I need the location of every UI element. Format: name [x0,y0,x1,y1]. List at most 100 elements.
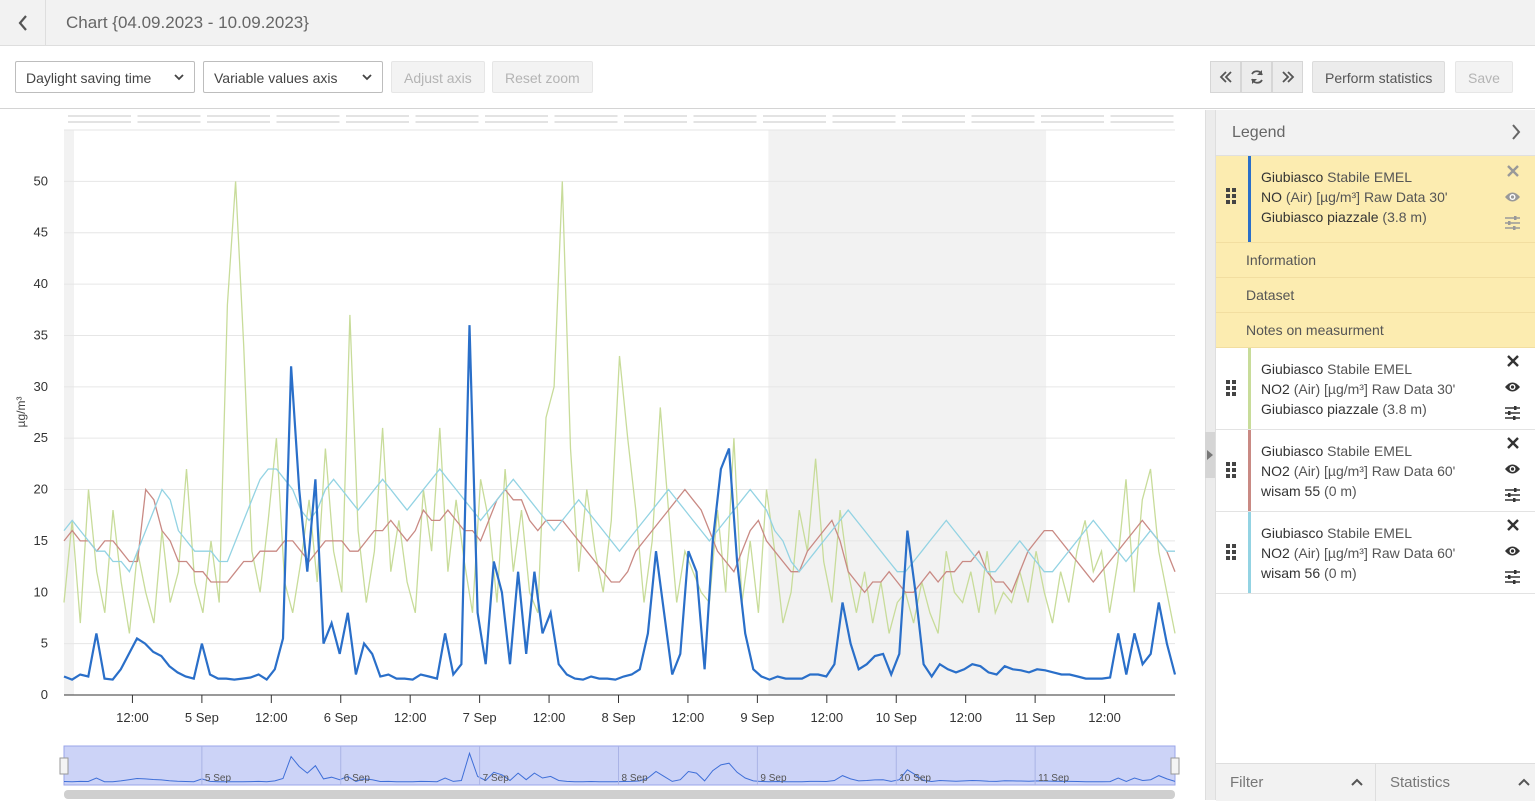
phenomenon-detail: (Air) [µg/m³] Raw Data 60' [1293,463,1456,479]
adjust-axis-button[interactable]: Adjust axis [391,61,485,93]
legend-panel: Legend Giubiasco Stabile EMEL NO (Air) [µ… [1215,110,1535,801]
chevron-down-icon [174,74,184,81]
y-tick-label: 0 [41,687,48,702]
timezone-select[interactable]: Daylight saving time [15,61,195,93]
eye-icon [1505,382,1520,392]
filter-tab[interactable]: Filter [1216,764,1376,801]
y-tick-label: 35 [34,327,48,342]
y-tick-label: 45 [34,225,48,240]
legend-subrow-information[interactable]: Information [1216,243,1535,278]
axis-select-value: Variable values axis [214,70,338,86]
range-marker [902,115,965,117]
drag-handle[interactable] [1226,380,1236,401]
remove-series-button[interactable] [1507,164,1519,182]
range-marker [693,121,757,123]
x-tick-label: 12:00 [394,710,427,725]
save-button[interactable]: Save [1455,61,1513,93]
series-settings-button[interactable] [1505,570,1520,589]
double-chevron-right-icon [1281,71,1294,83]
axis-select[interactable]: Variable values axis [203,61,383,93]
refresh-button[interactable] [1241,61,1272,93]
highlight-band [768,130,1047,695]
sliders-icon [1505,488,1520,502]
series-settings-button[interactable] [1505,406,1520,425]
x-tick-label: 12:00 [255,710,288,725]
previous-period-button[interactable] [1210,61,1241,93]
y-tick-label: 20 [34,482,48,497]
statistics-tab[interactable]: Statistics [1376,764,1535,801]
series-color-bar [1248,512,1251,593]
y-axis-label: µg/m³ [14,397,28,428]
series-color-bar [1248,156,1251,242]
toggle-visibility-button[interactable] [1504,544,1521,562]
platform-height: (0 m) [1324,565,1357,581]
navigator-handle[interactable] [1170,757,1180,775]
provider-name: Stabile EMEL [1327,169,1412,185]
reset-zoom-button[interactable]: Reset zoom [492,61,593,93]
remove-series-button[interactable] [1507,354,1519,372]
bottom-tabs: Filter Statistics [1216,763,1535,801]
phenomenon-name: NO [1261,189,1282,205]
y-tick-label: 50 [34,173,48,188]
splitter-handle[interactable] [1205,432,1215,478]
range-marker [624,121,687,123]
series-settings-button[interactable] [1505,216,1520,235]
y-tick-label: 40 [34,276,48,291]
range-marker [346,121,409,123]
navigator-scrollbar[interactable] [64,790,1175,799]
legend-entries: Giubiasco Stabile EMEL NO (Air) [µg/m³] R… [1216,156,1535,594]
phenomenon-detail: (Air) [µg/m³] Raw Data 30' [1285,189,1448,205]
x-tick-label: 8 Sep [602,710,636,725]
drag-handle-icon [1226,544,1236,560]
drag-handle[interactable] [1226,462,1236,483]
legend-header[interactable]: Legend [1216,110,1535,156]
double-chevron-left-icon [1219,71,1232,83]
series-settings-button[interactable] [1505,488,1520,507]
legend-entry[interactable]: Giubiasco Stabile EMEL NO (Air) [µg/m³] R… [1216,156,1535,243]
toggle-visibility-button[interactable] [1504,462,1521,480]
y-tick-label: 5 [41,636,48,651]
legend-entry-text: Giubiasco Stabile EMEL NO (Air) [µg/m³] R… [1261,167,1448,227]
range-marker [485,115,548,117]
remove-series-button[interactable] [1507,518,1519,536]
eye-icon [1505,546,1520,556]
remove-series-button[interactable] [1507,436,1519,454]
legend-entry-text: Giubiasco Stabile EMEL NO2 (Air) [µg/m³] … [1261,359,1455,419]
next-period-button[interactable] [1272,61,1303,93]
range-marker [971,121,1035,123]
time-series-chart[interactable]: 0 5 10 15 20 25 30 35 40 45 50 µg/m³ 12:00 5 Sep 12:00… [0,110,1205,800]
legend-entry[interactable]: Giubiasco Stabile EMEL NO2 (Air) [µg/m³] … [1216,348,1535,430]
range-marker [1110,115,1174,117]
legend-entry[interactable]: Giubiasco Stabile EMEL NO2 (Air) [µg/m³] … [1216,512,1535,594]
range-marker [763,121,826,123]
sliders-icon [1505,216,1520,230]
close-icon [1507,355,1519,367]
toggle-visibility-button[interactable] [1504,190,1521,208]
range-marker [1041,121,1104,123]
x-tick-label: 10 Sep [876,710,917,725]
navigator-tick-label: 5 Sep [205,773,232,784]
y-tick-label: 10 [34,584,48,599]
series-color-bar [1248,348,1251,429]
legend-entry[interactable]: Giubiasco Stabile EMEL NO2 (Air) [µg/m³] … [1216,430,1535,512]
chevron-up-icon [1351,778,1363,786]
back-button[interactable] [0,0,46,46]
legend-title: Legend [1232,124,1286,141]
navigator-tick-label: 8 Sep [622,773,649,784]
chevron-left-icon [18,15,27,31]
platform-height: (3.8 m) [1382,209,1427,225]
drag-handle[interactable] [1226,544,1236,565]
drag-handle[interactable] [1226,188,1236,209]
x-tick-label: 9 Sep [740,710,774,725]
navigator-tick-label: 6 Sep [344,773,371,784]
legend-subrow-dataset[interactable]: Dataset [1216,278,1535,313]
range-marker [624,115,687,117]
range-marker [137,115,201,117]
perform-statistics-button[interactable]: Perform statistics [1312,61,1446,93]
navigator-handle[interactable] [59,757,69,775]
x-tick-label: 6 Sep [324,710,358,725]
y-tick-label: 25 [34,430,48,445]
toggle-visibility-button[interactable] [1504,380,1521,398]
provider-name: Stabile EMEL [1327,525,1412,541]
legend-subrow-notes-on-measurment[interactable]: Notes on measurment [1216,313,1535,348]
